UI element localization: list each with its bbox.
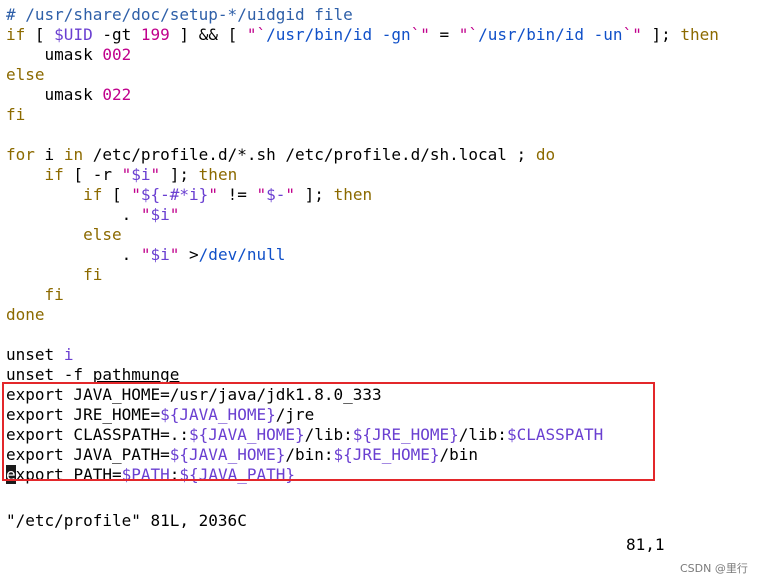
code-token: [ (25, 25, 55, 44)
code-token: " (169, 245, 180, 264)
code-token: `" (622, 25, 642, 44)
code-token: " (131, 185, 141, 204)
code-token: if (6, 25, 26, 44)
code-token: " (140, 205, 151, 224)
code-token: fi (6, 105, 26, 124)
code-token: "` (458, 25, 479, 44)
code-token: if (44, 165, 64, 184)
code-token: " (208, 185, 218, 204)
code-token: != (217, 185, 257, 204)
code-token: [ -r (63, 165, 122, 184)
code-token: $- (266, 185, 286, 204)
code-token: " (150, 165, 161, 184)
code-token: > (179, 245, 199, 264)
code-token: ]; (641, 25, 681, 44)
code-line[interactable]: else (6, 65, 45, 85)
code-token: do (535, 145, 556, 164)
code-line[interactable]: done (6, 305, 45, 325)
code-token: . (6, 205, 141, 224)
code-token: [ (217, 25, 247, 44)
code-line[interactable]: fi (6, 105, 25, 125)
code-line[interactable]: unset i (6, 345, 73, 365)
code-token: 002 (102, 45, 132, 64)
code-line[interactable]: . "$i" (6, 205, 180, 225)
code-token: 199 (140, 25, 170, 44)
code-token: in (63, 145, 84, 164)
code-line[interactable]: if [ -r "$i" ]; then (6, 165, 238, 185)
code-token: # /usr/share/doc/setup-*/uidgid file (6, 5, 353, 24)
code-line[interactable]: if [ $UID -gt 199 ] && [ "`/usr/bin/id -… (6, 25, 719, 45)
code-line[interactable]: umask 022 (6, 85, 132, 105)
code-token: = (429, 25, 459, 44)
code-token: /usr/bin/id -gn (266, 25, 411, 44)
highlight-box (2, 382, 655, 481)
code-token: i (34, 145, 64, 164)
code-token: " (140, 245, 151, 264)
code-token: `" (410, 25, 430, 44)
code-line[interactable]: for i in /etc/profile.d/*.sh /etc/profil… (6, 145, 555, 165)
code-token: ]; (295, 185, 334, 204)
code-line[interactable]: fi (6, 285, 64, 305)
code-token: " (285, 185, 296, 204)
code-token: $UID (54, 25, 93, 44)
code-token: [ (102, 185, 132, 204)
code-line[interactable]: fi (6, 265, 102, 285)
code-token: $i (150, 205, 170, 224)
code-token: -gt (92, 25, 141, 44)
file-info: "/etc/profile" 81L, 2036C (6, 511, 247, 530)
code-token: $i (150, 245, 170, 264)
code-token: umask (6, 85, 103, 104)
code-token: /etc/profile.d/*.sh /etc/profile.d/sh.lo… (83, 145, 536, 164)
status-line: "/etc/profile" 81L, 2036C 81,1 CSDN @里行 (0, 485, 764, 575)
code-token: && (198, 25, 218, 44)
code-token: i (63, 345, 74, 364)
code-token: else (6, 65, 45, 84)
code-token: ] (169, 25, 199, 44)
code-token: /usr/bin/id -un (478, 25, 623, 44)
cursor-position: 81,1 (626, 535, 665, 554)
code-token: unset (6, 345, 55, 364)
code-token: . (6, 245, 141, 264)
code-line[interactable]: . "$i" >/dev/null (6, 245, 286, 265)
code-token: then (333, 185, 373, 204)
code-token: ]; (160, 165, 199, 184)
code-token: 022 (102, 85, 132, 104)
code-line[interactable]: if [ "${-#*i}" != "$-" ]; then (6, 185, 372, 205)
code-token: $i (131, 165, 151, 184)
watermark: CSDN @里行 (680, 562, 748, 575)
code-token: "` (246, 25, 267, 44)
code-token: then (198, 165, 238, 184)
code-token: done (6, 305, 45, 324)
code-token: " (256, 185, 267, 204)
code-token: for (6, 145, 35, 164)
code-line[interactable]: # /usr/share/doc/setup-*/uidgid file (6, 5, 353, 25)
code-token: if (83, 185, 103, 204)
code-token: umask (6, 45, 103, 64)
code-token: then (680, 25, 719, 44)
code-token: fi (44, 285, 64, 304)
code-token: " (121, 165, 132, 184)
code-line[interactable]: else (6, 225, 122, 245)
code-token: " (169, 205, 180, 224)
code-line[interactable]: umask 002 (6, 45, 132, 65)
code-token: else (83, 225, 122, 244)
code-token: ${-#*i} (140, 185, 209, 204)
code-token: fi (83, 265, 103, 284)
code-token: /dev/null (198, 245, 286, 264)
